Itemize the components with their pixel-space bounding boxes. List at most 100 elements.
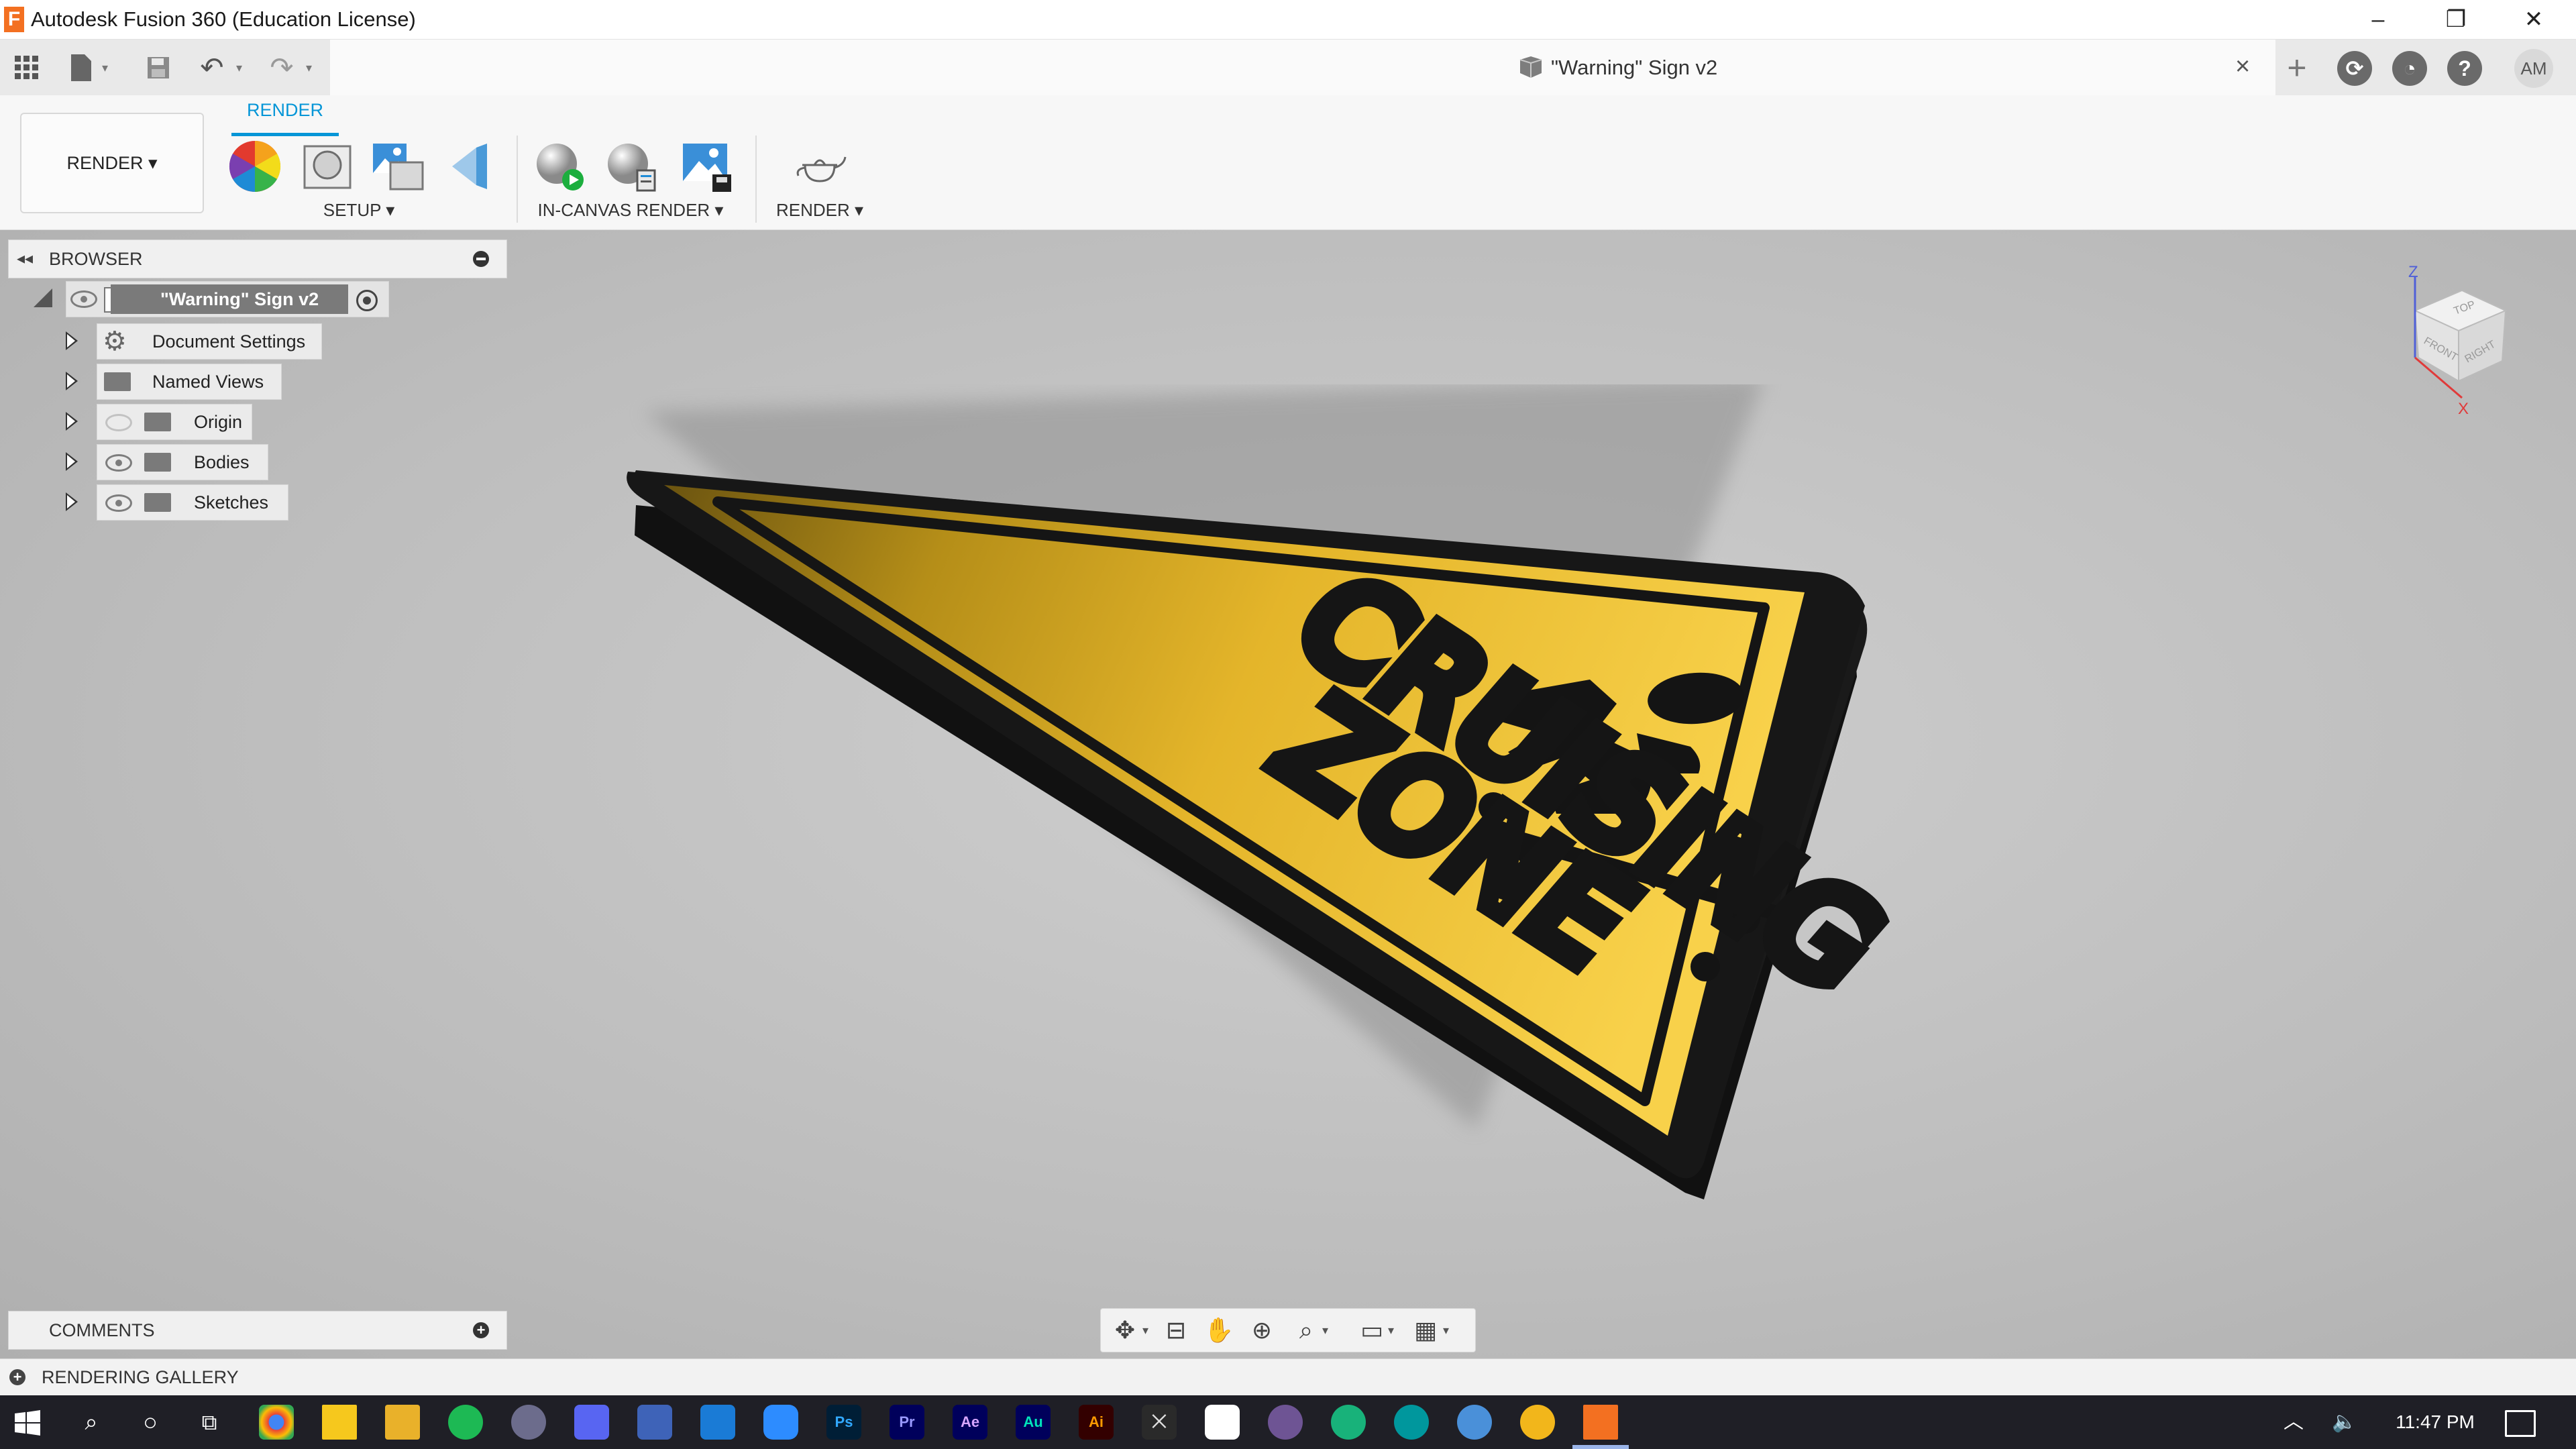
- notifications-icon[interactable]: [2505, 1410, 2536, 1437]
- hidden-eye-icon[interactable]: [105, 414, 132, 431]
- capture-image-icon[interactable]: [679, 138, 735, 195]
- after-effects-icon[interactable]: Ae: [953, 1405, 987, 1440]
- pan-hand-icon[interactable]: ✋: [1201, 1316, 1236, 1345]
- spotify-icon[interactable]: [448, 1405, 483, 1440]
- volume-icon[interactable]: 🔈: [2332, 1395, 2357, 1449]
- tree-root-row[interactable]: "Warning" Sign v2: [66, 281, 389, 317]
- expand-gallery-icon[interactable]: +: [9, 1369, 25, 1385]
- sticky-notes-icon[interactable]: [322, 1405, 357, 1440]
- tab-render[interactable]: RENDER: [231, 95, 339, 136]
- render-teapot-icon[interactable]: [792, 138, 848, 195]
- workspace-switcher[interactable]: RENDER ▾: [20, 113, 204, 213]
- file-menu-caret-icon[interactable]: ▾: [102, 56, 115, 80]
- collapse-browser-icon[interactable]: ◂◂: [17, 240, 33, 278]
- illustrator-icon[interactable]: Ai: [1079, 1405, 1114, 1440]
- cortana-icon[interactable]: ○: [133, 1405, 168, 1440]
- extensions-icon[interactable]: ⟳: [2337, 51, 2372, 86]
- in-canvas-render-settings-icon[interactable]: [604, 138, 660, 195]
- document-tab[interactable]: "Warning" Sign v2 ×: [330, 40, 2275, 95]
- photoshop-icon[interactable]: Ps: [826, 1405, 861, 1440]
- help-icon[interactable]: ?: [2447, 51, 2482, 86]
- expand-arrow-icon[interactable]: [66, 452, 78, 471]
- cursor-app-icon[interactable]: [1205, 1405, 1240, 1440]
- restore-button[interactable]: ❐: [2419, 0, 2493, 39]
- close-tab-button[interactable]: ×: [2235, 52, 2250, 81]
- setup-group-label[interactable]: SETUP ▾: [295, 200, 423, 220]
- discord-icon[interactable]: [574, 1405, 609, 1440]
- expand-arrow-icon[interactable]: [66, 492, 78, 511]
- viewcube[interactable]: Z X TOP FRONT RIGHT: [2388, 264, 2542, 425]
- undo-caret-icon[interactable]: ▾: [236, 56, 250, 80]
- job-status-clock-icon[interactable]: ◔: [2392, 51, 2427, 86]
- arduino-icon[interactable]: [1394, 1405, 1429, 1440]
- file-explorer-icon[interactable]: [385, 1405, 420, 1440]
- orbit-icon[interactable]: ✥: [1108, 1316, 1142, 1345]
- expand-arrow-icon[interactable]: [66, 372, 78, 390]
- activate-radio-icon[interactable]: [356, 290, 378, 311]
- browser-panel-header[interactable]: ◂◂ BROWSER: [8, 239, 507, 278]
- new-tab-plus-icon[interactable]: +: [2278, 49, 2316, 87]
- grid-caret-icon[interactable]: ▾: [1443, 1318, 1449, 1342]
- fit-icon[interactable]: ⌕: [1289, 1316, 1324, 1345]
- sketch-app-icon[interactable]: [700, 1405, 735, 1440]
- folder-icon: [144, 493, 171, 512]
- fusion-taskbar-icon[interactable]: [1583, 1405, 1618, 1440]
- display-settings-icon[interactable]: ▭: [1354, 1316, 1389, 1345]
- taskbar-clock[interactable]: 11:47 PM: [2388, 1395, 2482, 1449]
- search-icon[interactable]: ⌕: [74, 1405, 109, 1440]
- design-canvas[interactable]: CRUISING ZONE ◂◂ BROWSER "Warning" Sign …: [0, 230, 2576, 1358]
- tray-chevron-icon[interactable]: ︿: [2284, 1395, 2304, 1449]
- browser-minus-icon[interactable]: [473, 251, 489, 267]
- warning-sign-model[interactable]: CRUISING ZONE: [604, 384, 1945, 1357]
- premiere-icon[interactable]: Pr: [890, 1405, 924, 1440]
- fit-caret-icon[interactable]: ▾: [1322, 1318, 1328, 1342]
- globe-icon[interactable]: [1457, 1405, 1492, 1440]
- zoom-icon[interactable]: ⊕: [1244, 1316, 1279, 1345]
- chrome-icon[interactable]: [259, 1405, 294, 1440]
- windows-start-icon[interactable]: [15, 1410, 40, 1436]
- orbit-caret-icon[interactable]: ▾: [1142, 1318, 1148, 1342]
- app-icon[interactable]: [511, 1405, 546, 1440]
- texture-map-controls-icon[interactable]: [370, 138, 427, 195]
- tree-item-document-settings[interactable]: ⚙ Document Settings: [97, 323, 322, 360]
- tree-item-bodies[interactable]: Bodies: [97, 444, 268, 480]
- visibility-eye-icon[interactable]: [70, 290, 97, 308]
- undo-icon[interactable]: ↶: [193, 49, 231, 87]
- file-menu-icon[interactable]: [62, 49, 99, 87]
- github-icon[interactable]: [1268, 1405, 1303, 1440]
- appearance-color-wheel-icon[interactable]: [227, 138, 283, 195]
- tree-collapse-root-icon[interactable]: [34, 288, 52, 307]
- visibility-eye-icon[interactable]: [105, 454, 132, 472]
- comments-panel[interactable]: COMMENTS +: [8, 1311, 507, 1350]
- acrobat-icon[interactable]: ⨉: [1142, 1405, 1177, 1440]
- decal-icon[interactable]: [445, 138, 502, 195]
- expand-arrow-icon[interactable]: [66, 412, 78, 431]
- tree-item-named-views[interactable]: Named Views: [97, 364, 282, 400]
- scene-settings-icon[interactable]: [299, 138, 356, 195]
- in-canvas-render-group-label[interactable]: IN-CANVAS RENDER ▾: [530, 200, 731, 220]
- save-icon[interactable]: [140, 49, 177, 87]
- user-avatar[interactable]: AM: [2514, 49, 2553, 88]
- expand-arrow-icon[interactable]: [66, 331, 78, 350]
- visibility-eye-icon[interactable]: [105, 494, 132, 512]
- tree-item-sketches[interactable]: Sketches: [97, 484, 288, 521]
- app-icon[interactable]: [1331, 1405, 1366, 1440]
- display-caret-icon[interactable]: ▾: [1388, 1318, 1394, 1342]
- look-at-icon[interactable]: ⊟: [1159, 1316, 1193, 1345]
- in-canvas-render-icon[interactable]: [533, 138, 589, 195]
- render-group-label[interactable]: RENDER ▾: [762, 200, 877, 220]
- calculator-icon[interactable]: [637, 1405, 672, 1440]
- audition-icon[interactable]: Au: [1016, 1405, 1051, 1440]
- add-comment-icon[interactable]: +: [473, 1322, 489, 1338]
- redo-caret-icon[interactable]: ▾: [306, 56, 319, 80]
- rendering-gallery-bar[interactable]: + RENDERING GALLERY: [0, 1358, 2576, 1396]
- task-view-icon[interactable]: ⧉: [192, 1405, 227, 1440]
- redo-icon[interactable]: ↷: [263, 49, 301, 87]
- grid-settings-icon[interactable]: ▦: [1408, 1316, 1443, 1345]
- tree-item-origin[interactable]: Origin: [97, 404, 252, 440]
- app-grid-icon[interactable]: [8, 49, 46, 87]
- minimize-button[interactable]: –: [2341, 0, 2415, 39]
- zoom-app-icon[interactable]: [763, 1405, 798, 1440]
- app-icon[interactable]: [1520, 1405, 1555, 1440]
- close-window-button[interactable]: ✕: [2497, 0, 2571, 39]
